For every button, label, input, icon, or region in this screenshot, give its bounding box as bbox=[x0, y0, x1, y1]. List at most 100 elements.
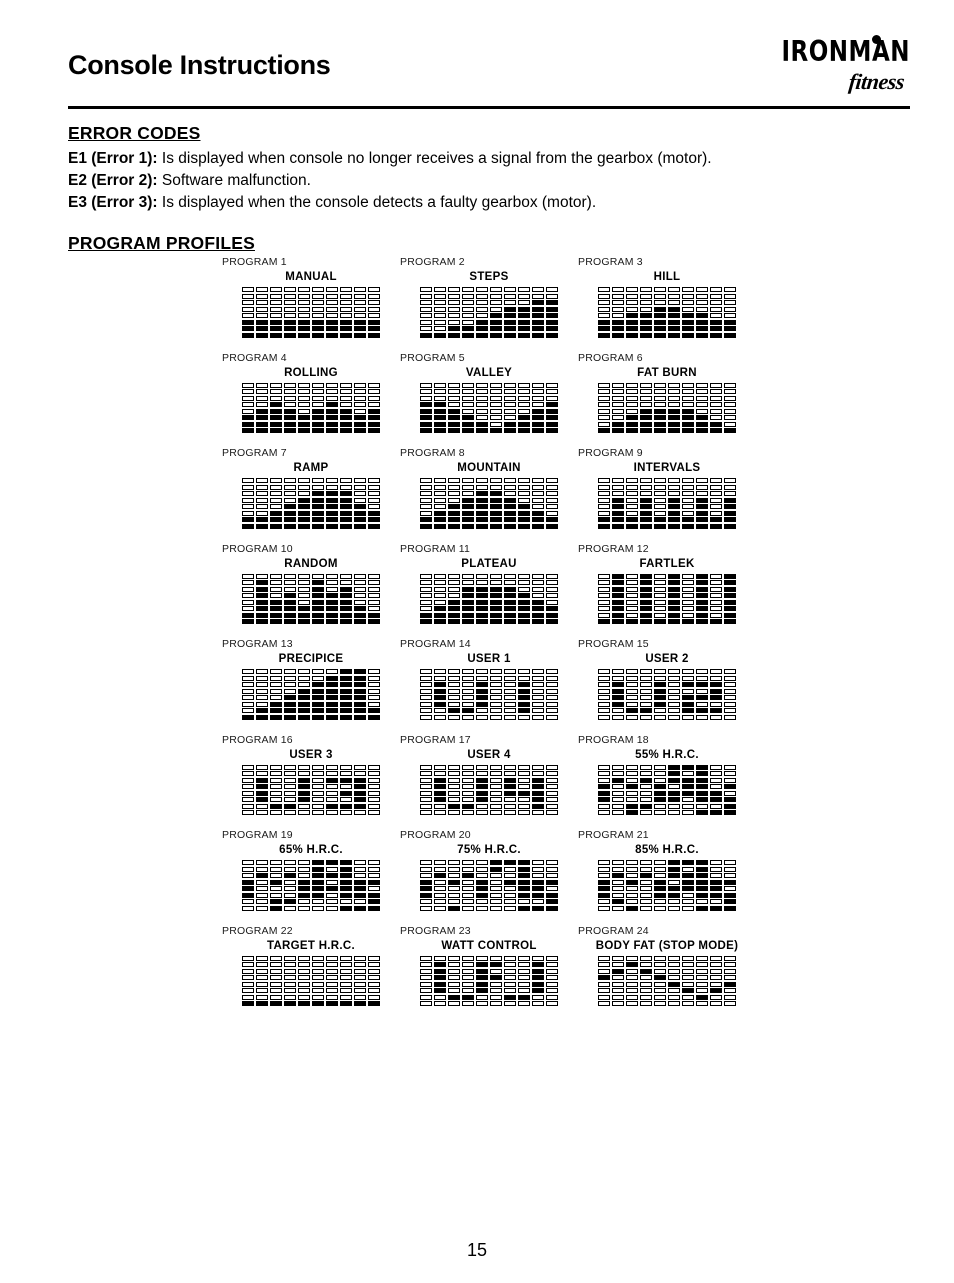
profile-segment-empty bbox=[654, 866, 666, 872]
program-number: PROGRAM 5 bbox=[400, 351, 465, 364]
profile-segment-filled bbox=[696, 517, 708, 522]
profile-bar-column bbox=[668, 764, 680, 815]
profile-segment-filled bbox=[448, 332, 460, 338]
profile-segment-filled bbox=[434, 790, 446, 796]
profile-segment-empty bbox=[668, 955, 680, 961]
profile-segment-empty bbox=[326, 764, 338, 770]
profile-segment-empty bbox=[598, 803, 610, 809]
profile-segment-filled bbox=[640, 873, 652, 878]
profile-segment-filled bbox=[696, 510, 708, 516]
page-title: Console Instructions bbox=[68, 50, 331, 80]
profile-segment-empty bbox=[710, 491, 722, 496]
profile-segment-filled bbox=[532, 523, 544, 529]
profile-segment-filled bbox=[612, 523, 624, 529]
profile-segment-empty bbox=[724, 988, 736, 993]
profile-segment-filled bbox=[298, 523, 310, 529]
profile-bar-column bbox=[626, 382, 638, 433]
program-name: BODY FAT (STOP MODE) bbox=[595, 939, 739, 952]
profile-segment-empty bbox=[640, 701, 652, 707]
profile-segment-empty bbox=[298, 873, 310, 878]
profile-segment-filled bbox=[284, 873, 296, 878]
profile-segment-empty bbox=[682, 510, 694, 516]
profile-segment-filled bbox=[532, 619, 544, 624]
profile-segment-empty bbox=[532, 580, 544, 585]
profile-segment-empty bbox=[682, 675, 694, 681]
profile-segment-empty bbox=[504, 491, 516, 496]
profile-bar-column bbox=[640, 478, 652, 529]
profile-segment-filled bbox=[434, 988, 446, 993]
profile-segment-empty bbox=[354, 491, 366, 496]
profile-segment-empty bbox=[270, 695, 282, 700]
profile-segment-empty bbox=[340, 764, 352, 770]
profile-segment-empty bbox=[546, 988, 558, 993]
profile-bar-column bbox=[476, 573, 488, 624]
row-spacer bbox=[222, 624, 912, 638]
profile-segment-filled bbox=[270, 619, 282, 624]
profile-segment-filled bbox=[532, 313, 544, 318]
profile-segment-filled bbox=[312, 491, 324, 496]
profile-segment-empty bbox=[284, 300, 296, 305]
profile-segment-empty bbox=[284, 797, 296, 802]
profile-segment-filled bbox=[270, 523, 282, 529]
profile-segment-empty bbox=[640, 810, 652, 815]
profile-segment-empty bbox=[368, 484, 380, 490]
profile-segment-empty bbox=[434, 580, 446, 585]
profile-segment-empty bbox=[612, 879, 624, 885]
profile-segment-empty bbox=[434, 899, 446, 904]
profile-segment-empty bbox=[242, 866, 254, 872]
profile-segment-filled bbox=[654, 886, 666, 891]
profile-segment-empty bbox=[504, 714, 516, 720]
profile-bar-column bbox=[682, 573, 694, 624]
profile-segment-empty bbox=[598, 764, 610, 770]
profile-segment-empty bbox=[420, 287, 432, 292]
profile-segment-empty bbox=[724, 306, 736, 312]
profile-segment-empty bbox=[368, 395, 380, 401]
profile-bar-column bbox=[368, 955, 380, 1006]
profile-segment-empty bbox=[326, 905, 338, 911]
profile-bar-column bbox=[668, 860, 680, 911]
profile-segment-empty bbox=[668, 701, 680, 707]
program-profile: PROGRAM 21 85% H.R.C. bbox=[578, 829, 756, 911]
profile-segment-empty bbox=[420, 981, 432, 987]
profile-segment-filled bbox=[270, 599, 282, 605]
profile-segment-filled bbox=[598, 332, 610, 338]
profile-segment-filled bbox=[462, 994, 474, 1000]
profile-segment-empty bbox=[612, 306, 624, 312]
program-name: FARTLEK bbox=[639, 557, 695, 570]
profile-segment-filled bbox=[354, 708, 366, 713]
profile-segment-empty bbox=[326, 784, 338, 789]
profile-segment-empty bbox=[668, 395, 680, 401]
profile-segment-empty bbox=[724, 708, 736, 713]
profile-segment-filled bbox=[682, 619, 694, 624]
profile-segment-empty bbox=[654, 612, 666, 618]
profile-segment-empty bbox=[420, 491, 432, 496]
profile-segment-empty bbox=[724, 962, 736, 967]
profile-bar-column bbox=[504, 382, 516, 433]
profile-segment-empty bbox=[256, 994, 268, 1000]
profile-segment-empty bbox=[612, 803, 624, 809]
profile-bar-grid bbox=[400, 860, 578, 911]
program-number: PROGRAM 2 bbox=[400, 256, 465, 268]
profile-segment-filled bbox=[242, 886, 254, 891]
profile-segment-empty bbox=[696, 402, 708, 407]
profile-segment-filled bbox=[420, 517, 432, 522]
profile-segment-filled bbox=[724, 586, 736, 592]
profile-segment-empty bbox=[242, 504, 254, 509]
profile-segment-empty bbox=[504, 981, 516, 987]
profile-segment-filled bbox=[256, 714, 268, 720]
profile-segment-filled bbox=[490, 319, 502, 325]
profile-segment-empty bbox=[724, 389, 736, 394]
profile-segment-empty bbox=[284, 975, 296, 980]
profile-segment-filled bbox=[668, 764, 680, 770]
profile-segment-empty bbox=[312, 790, 324, 796]
profile-segment-empty bbox=[490, 988, 502, 993]
profile-bar-column bbox=[462, 669, 474, 720]
profile-bar-column bbox=[654, 860, 666, 911]
profile-segment-empty bbox=[546, 695, 558, 700]
profile-segment-empty bbox=[490, 695, 502, 700]
error-code-label: E3 (Error 3): bbox=[68, 194, 158, 211]
program-profiles-grid: PROGRAM 1 MANUAL PROGRAM 2 STEPS PROGRAM 3 HI… bbox=[222, 256, 912, 1020]
profile-segment-filled bbox=[518, 523, 530, 529]
profile-segment-empty bbox=[598, 873, 610, 878]
profile-segment-filled bbox=[546, 879, 558, 885]
